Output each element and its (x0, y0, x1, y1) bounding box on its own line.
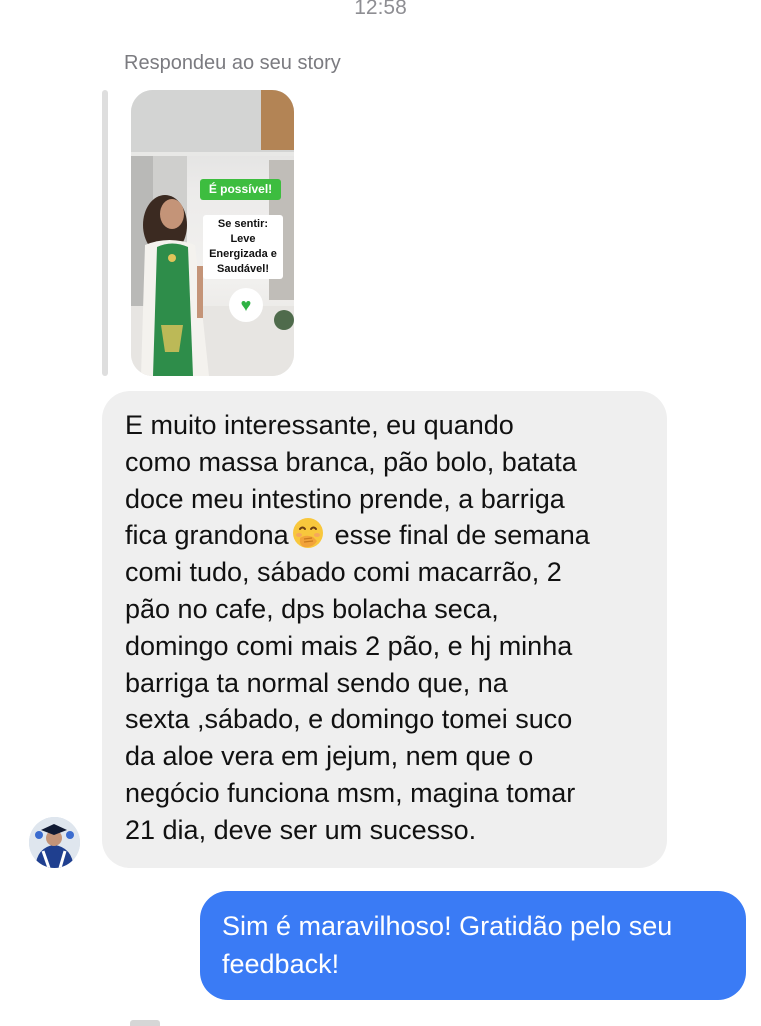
story-reply-caption: Respondeu ao seu story (124, 52, 341, 74)
message-line: comi tudo, sábado comi macarrão, 2 (125, 557, 562, 588)
story-sticker-text: Se sentir: Leve Energizada e Saudável! (203, 215, 283, 279)
message-line: feedback! (222, 949, 340, 979)
message-line: doce meu intestino prende, a barriga (125, 483, 565, 514)
story-sticker-possible: É possível! (200, 179, 281, 200)
message-line: Sim é maravilhoso! Gratidão pelo seu (222, 911, 673, 941)
story-thumbnail[interactable]: É possível! Se sentir: Leve Energizada e… (131, 90, 294, 376)
message-line: barriga ta normal sendo que, na (125, 667, 508, 698)
sticker-line: Se sentir: (217, 218, 269, 230)
sticker-line: Saudável! (217, 263, 269, 275)
message-line: esse final de semana (334, 520, 590, 551)
message-line: da aloe vera em jejum, nem que o (125, 741, 534, 772)
face-with-hand-over-mouth-icon (292, 518, 323, 549)
message-line: como massa branca, pão bolo, batata (125, 446, 577, 477)
message-line: negócio funciona msm, magina tomar (125, 777, 576, 808)
message-line: domingo comi mais 2 pão, e hj minha (125, 630, 573, 661)
reply-quote-bar (102, 90, 108, 376)
message-line: sexta ,sábado, e domingo tomei suco (125, 704, 573, 735)
message-line: 21 dia, deve ser um sucesso. (125, 814, 477, 845)
sticker-line: Leve (230, 233, 256, 245)
message-line: E muito interessante, eu quando (125, 410, 514, 440)
message-line: fica grandona (125, 520, 289, 551)
message-timestamp: 12:58 (354, 0, 407, 19)
sticker-line: Energizada e (209, 248, 277, 260)
green-heart-icon: ♥ (229, 288, 263, 322)
avatar-image (29, 817, 80, 868)
incoming-message-bubble[interactable]: E muito interessante, eu quando como mass… (102, 391, 667, 868)
incoming-message-text: E muito interessante, eu quando como mass… (125, 407, 660, 849)
outgoing-message-text: Sim é maravilhoso! Gratidão pelo seu feed… (222, 907, 737, 983)
next-message-fragment (130, 1020, 160, 1026)
message-line: pão no cafe, dps bolacha seca, (125, 593, 499, 624)
sender-avatar[interactable] (29, 817, 80, 868)
outgoing-message-bubble[interactable]: Sim é maravilhoso! Gratidão pelo seu feed… (200, 891, 746, 1000)
